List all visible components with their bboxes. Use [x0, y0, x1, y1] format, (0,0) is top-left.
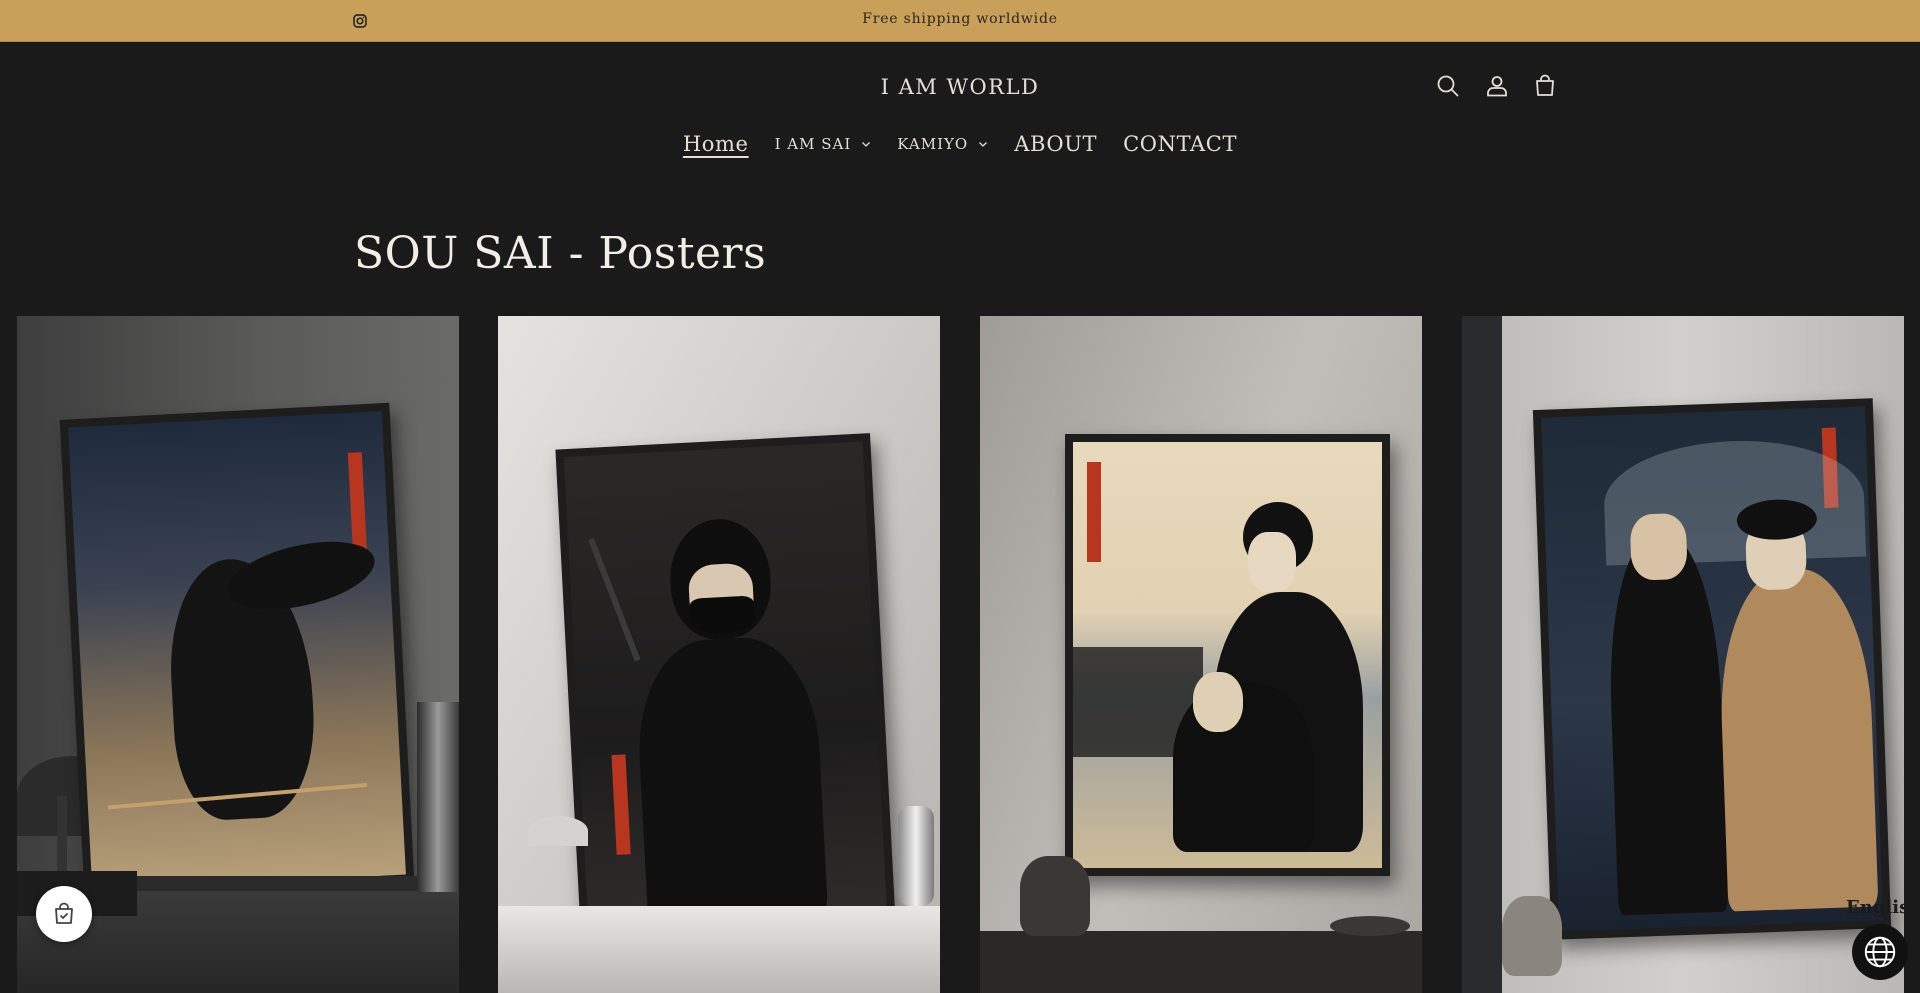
- nav-i-am-sai-label: I AM SAI: [774, 135, 852, 153]
- product-card[interactable]: [17, 316, 459, 993]
- nav-about-label: ABOUT: [1014, 132, 1098, 156]
- site-logo[interactable]: I AM WORLD: [0, 75, 1920, 99]
- nav-home[interactable]: Home: [683, 132, 749, 156]
- language-label[interactable]: English: [1846, 897, 1920, 918]
- globe-icon[interactable]: [1852, 924, 1908, 980]
- shopping-bag-chat-icon: [55, 902, 73, 924]
- product-image: [17, 316, 459, 993]
- announcement-text: Free shipping worldwide: [862, 11, 1058, 27]
- product-image: [980, 316, 1422, 993]
- product-card[interactable]: [498, 316, 940, 993]
- cart-icon[interactable]: [1531, 72, 1559, 100]
- nav-about[interactable]: ABOUT: [1014, 132, 1097, 156]
- account-icon[interactable]: [1483, 72, 1511, 100]
- nav-contact[interactable]: CONTACT: [1123, 132, 1237, 156]
- product-card[interactable]: [980, 316, 1422, 993]
- nav-kamiyo[interactable]: KAMIYO: [897, 135, 988, 153]
- announcement-bar: Free shipping worldwide: [0, 0, 1920, 42]
- product-image: [498, 316, 940, 993]
- chevron-down-icon: [862, 142, 871, 147]
- chevron-down-icon: [979, 142, 988, 147]
- nav-i-am-sai[interactable]: I AM SAI: [775, 135, 872, 153]
- site-header: I AM WORLD Home I AM SAI KAMIYO ABOUT CO…: [0, 42, 1920, 182]
- product-card[interactable]: [1462, 316, 1904, 993]
- main-nav: Home I AM SAI KAMIYO ABOUT CONTACT: [0, 132, 1920, 156]
- nav-contact-label: CONTACT: [1123, 132, 1238, 156]
- product-image: [1462, 316, 1904, 993]
- search-icon[interactable]: [1434, 72, 1462, 100]
- collection-title: SOU SAI - Posters: [354, 228, 767, 279]
- shop-chat-button[interactable]: [36, 886, 92, 942]
- nav-home-label: Home: [682, 132, 749, 156]
- nav-kamiyo-label: KAMIYO: [897, 135, 969, 153]
